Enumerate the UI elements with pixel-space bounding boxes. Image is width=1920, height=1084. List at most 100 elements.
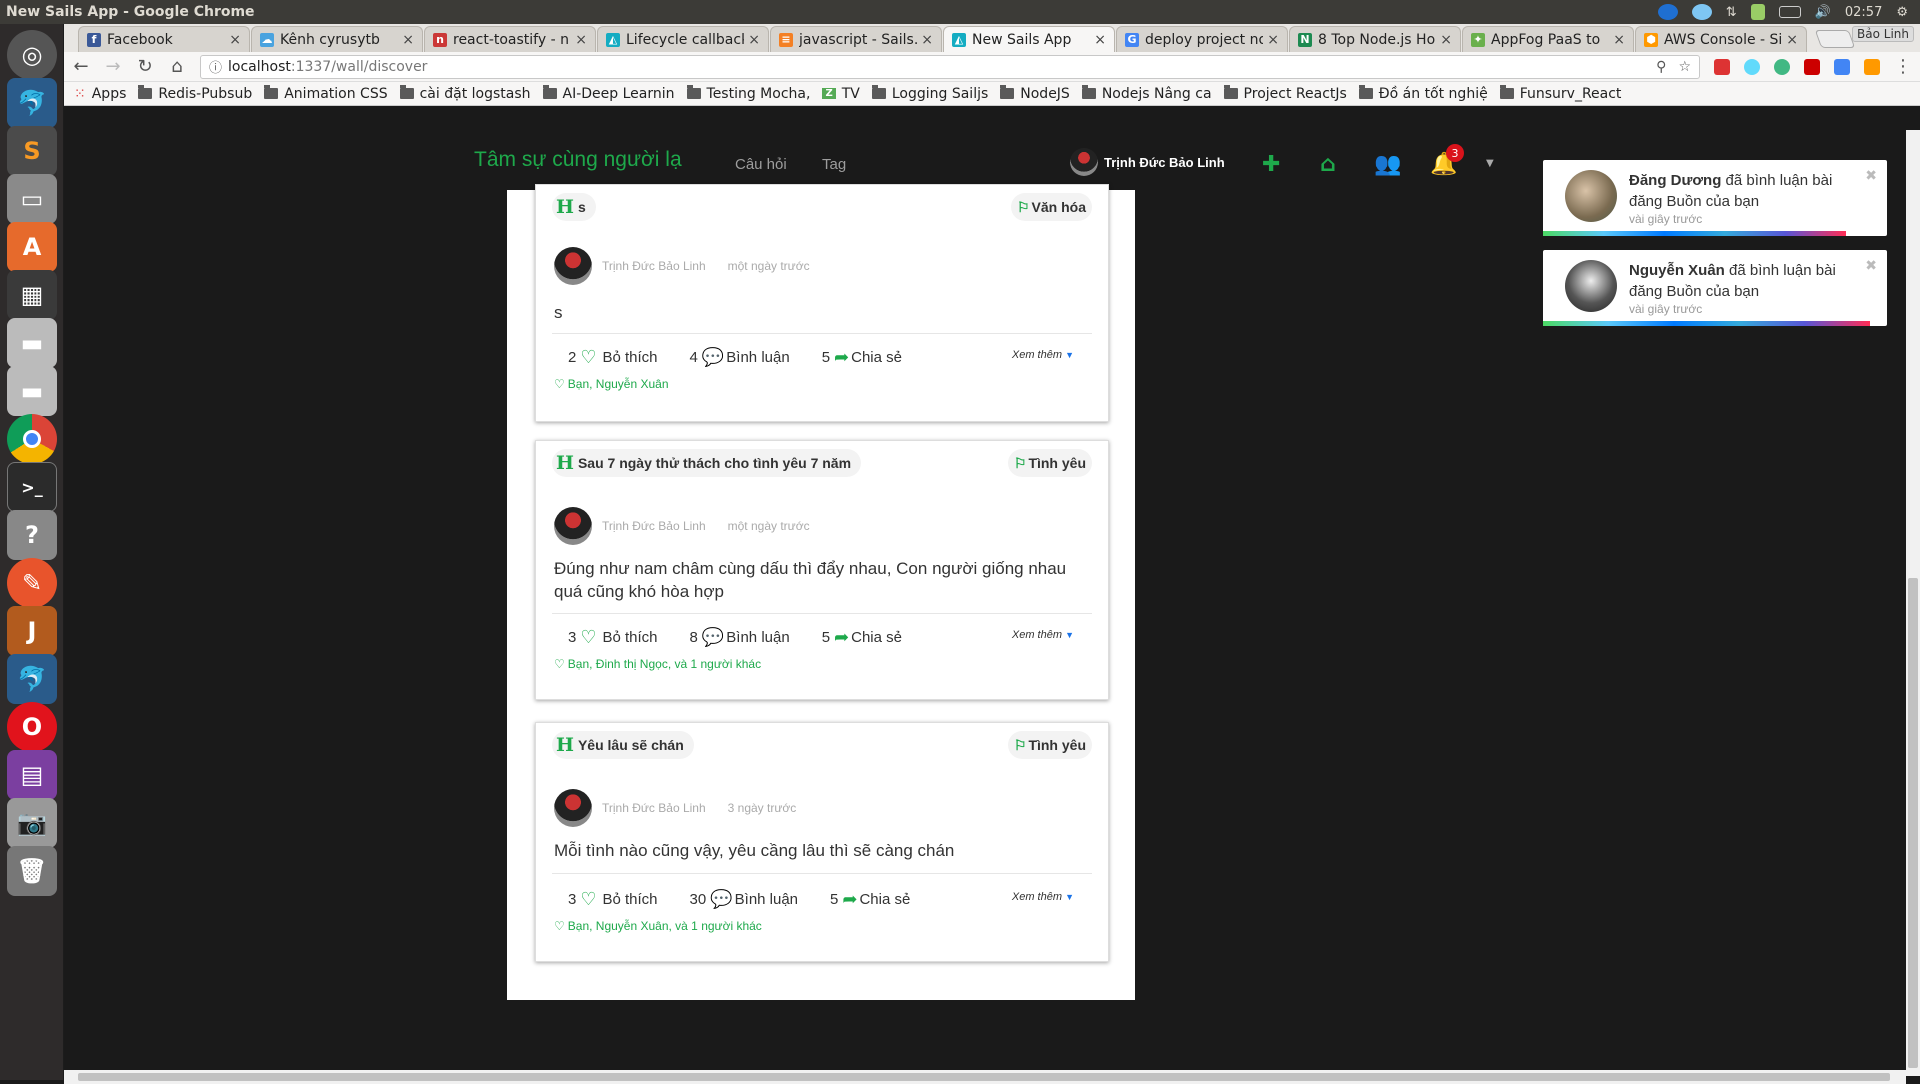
home-icon[interactable]: ⌂ (168, 56, 186, 77)
avatar[interactable] (554, 789, 592, 827)
camera-icon[interactable]: 📷 (7, 798, 57, 848)
extension-cors-icon[interactable] (1804, 58, 1820, 75)
see-more-toggle[interactable]: Xem thêm ▼ (1012, 349, 1074, 361)
tab-top-nodejs-hosting[interactable]: N8 Top Node.js Ho × (1289, 26, 1461, 52)
zoom-icon[interactable]: ⚲ (1656, 59, 1666, 75)
opera-icon[interactable]: O (7, 702, 57, 752)
post-tag[interactable]: ⚐ Tình yêu (1007, 731, 1092, 759)
bookmark-folder[interactable]: Testing Mocha, (686, 85, 810, 102)
post-tag[interactable]: ⚐ Tình yêu (1007, 449, 1092, 477)
extension-feed-icon[interactable] (1864, 58, 1880, 75)
tab-facebook[interactable]: f Facebook × (78, 26, 250, 52)
tab-aws-console[interactable]: ⬢ AWS Console - Si × (1635, 26, 1807, 52)
omnibox[interactable]: ⓘ localhost:1337/wall/discover ⚲ ☆ (200, 54, 1700, 79)
avatar[interactable] (554, 507, 592, 545)
chevron-down-icon[interactable]: ▼ (1486, 158, 1494, 169)
share-button[interactable]: 5 ➦ Chia sẻ (830, 889, 910, 910)
files-icon[interactable]: ▭ (7, 174, 57, 224)
close-icon[interactable]: ✖ (1865, 258, 1877, 274)
bookmark-apps[interactable]: ⁙ Apps (74, 86, 126, 102)
post-title[interactable]: H Yêu lâu sẽ chán (552, 731, 694, 759)
nav-user[interactable]: Trịnh Đức Bảo Linh (1070, 148, 1225, 176)
tab-new-sails-app[interactable]: ◭ New Sails App × (943, 26, 1115, 52)
close-icon[interactable]: × (1613, 32, 1625, 48)
bookmark-star-icon[interactable]: ☆ (1678, 59, 1691, 75)
mysql-workbench-icon-2[interactable]: 🐬 (7, 654, 57, 704)
back-icon[interactable]: ← (72, 56, 90, 77)
like-button[interactable]: 2 ♡ Bỏ thích (568, 347, 658, 368)
close-icon[interactable]: × (1440, 32, 1452, 48)
forward-icon[interactable]: → (104, 56, 122, 77)
bookmark-folder[interactable]: Nodejs Nâng ca (1081, 85, 1212, 102)
like-button[interactable]: 3 ♡ Bỏ thích (568, 627, 658, 648)
sublime-text-icon[interactable]: S (7, 126, 57, 176)
battery-icon[interactable] (1778, 6, 1801, 18)
bookmark-folder[interactable]: Animation CSS (264, 85, 388, 102)
close-icon[interactable]: × (1267, 32, 1279, 48)
app-window-icon[interactable]: ▤ (7, 750, 57, 800)
volume-icon[interactable]: 🔊 (1815, 5, 1831, 20)
extension-pdf-icon[interactable] (1714, 58, 1730, 75)
workspace-switcher-icon[interactable]: ▦ (7, 270, 57, 320)
close-icon[interactable]: × (921, 32, 933, 48)
profile-button[interactable]: Bảo Linh (1852, 26, 1914, 42)
close-icon[interactable]: × (229, 32, 241, 48)
see-more-toggle[interactable]: Xem thêm ▼ (1012, 629, 1074, 641)
like-button[interactable]: 3 ♡ Bỏ thích (568, 889, 658, 910)
comment-button[interactable]: 8 💬 Bình luận (690, 627, 790, 648)
teamviewer-icon[interactable] (1657, 4, 1678, 20)
bookmark-folder[interactable]: Đồ án tốt nghiệ (1358, 85, 1488, 102)
bookmark-folder[interactable]: Redis-Pubsub (138, 85, 252, 102)
trash-icon[interactable]: 🗑 (7, 846, 57, 896)
avatar[interactable] (554, 247, 592, 285)
nav-link-tags[interactable]: Tag (822, 156, 846, 173)
clock[interactable]: 02:57 (1845, 5, 1882, 20)
mysql-workbench-icon[interactable]: 🐬 (7, 78, 57, 128)
see-more-toggle[interactable]: Xem thêm ▼ (1012, 891, 1074, 903)
tab-google-deploy[interactable]: Gdeploy project no × (1116, 26, 1288, 52)
close-icon[interactable]: × (402, 32, 414, 48)
bookmark-folder[interactable]: Funsurv_React (1499, 85, 1621, 102)
add-friend-icon[interactable]: ✚ (1262, 152, 1280, 177)
settings-gear-icon[interactable]: ⚙ (1896, 5, 1908, 20)
reload-icon[interactable]: ↻ (136, 56, 154, 77)
chrome-menu-icon[interactable]: ⋮ (1894, 56, 1912, 77)
terminal-icon[interactable]: >_ (7, 462, 57, 512)
close-icon[interactable]: ✖ (1865, 168, 1877, 184)
nav-link-questions[interactable]: Câu hỏi (735, 156, 787, 173)
skype-icon[interactable] (1691, 4, 1712, 20)
network-icon[interactable]: ⇅ (1726, 5, 1737, 20)
home-icon[interactable]: ⌂ (1320, 152, 1336, 177)
group-icon[interactable]: 👥 (1374, 152, 1401, 177)
tab-stackoverflow[interactable]: ≡ javascript - Sails. × (770, 26, 942, 52)
drive-icon-2[interactable]: ▬ (7, 366, 57, 416)
tab-lifecycle-callback[interactable]: ◭ Lifecycle callback × (597, 26, 769, 52)
info-icon[interactable]: ⓘ (209, 57, 222, 76)
toast-notification[interactable]: Nguyễn Xuân đã bình luận bài đăng Buồn c… (1543, 250, 1887, 326)
comment-button[interactable]: 4 💬 Bình luận (690, 347, 790, 368)
dash-icon[interactable]: ◎ (7, 30, 57, 80)
tab-react-toastify[interactable]: n react-toastify - n × (424, 26, 596, 52)
help-icon[interactable]: ? (7, 510, 57, 560)
close-icon[interactable]: × (1786, 32, 1798, 48)
close-icon[interactable]: × (748, 32, 760, 48)
extension-translate-icon[interactable] (1834, 58, 1850, 75)
vertical-scrollbar[interactable] (1906, 130, 1920, 1076)
vpn-icon[interactable] (1750, 4, 1765, 20)
comment-button[interactable]: 30 💬 Bình luận (690, 889, 799, 910)
bookmark-folder[interactable]: Logging Sailjs (871, 85, 988, 102)
horizontal-scrollbar[interactable] (64, 1070, 1906, 1084)
tab-appfog[interactable]: ✦ AppFog PaaS to × (1462, 26, 1634, 52)
software-center-icon[interactable]: A (7, 222, 57, 272)
post-title[interactable]: H Sau 7 ngày thử thách cho tình yêu 7 năm (552, 449, 862, 477)
liked-by[interactable]: ♡ Bạn, Nguyễn Xuân (554, 377, 669, 391)
brand-link[interactable]: Tâm sự cùng người lạ (474, 148, 682, 172)
extension-react-icon[interactable] (1744, 58, 1760, 75)
close-icon[interactable]: × (1094, 32, 1106, 48)
chrome-icon[interactable] (7, 414, 57, 464)
screenshot-pen-icon[interactable]: ✎ (7, 558, 57, 608)
close-icon[interactable]: × (575, 32, 587, 48)
drive-icon-1[interactable]: ▬ (7, 318, 57, 368)
liked-by[interactable]: ♡ Bạn, Nguyễn Xuân, và 1 người khác (554, 919, 762, 933)
jmeter-icon[interactable]: J (7, 606, 57, 656)
